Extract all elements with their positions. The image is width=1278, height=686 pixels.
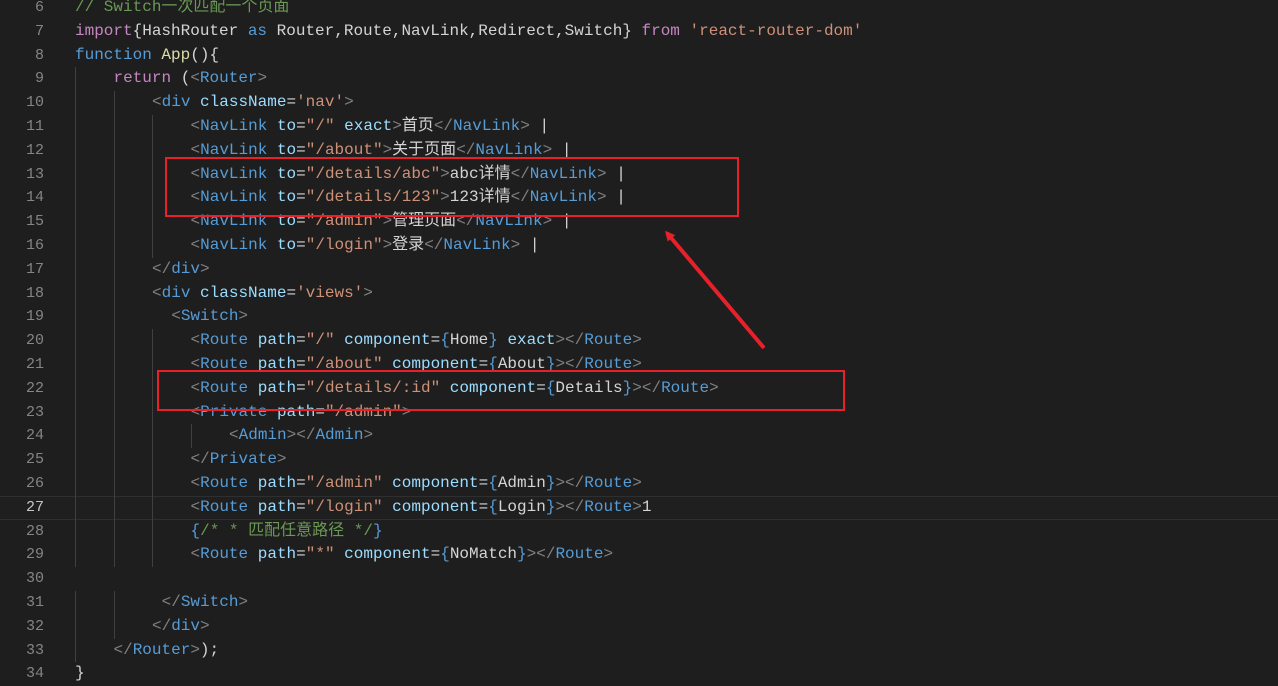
- red-arrow-icon: [665, 230, 766, 350]
